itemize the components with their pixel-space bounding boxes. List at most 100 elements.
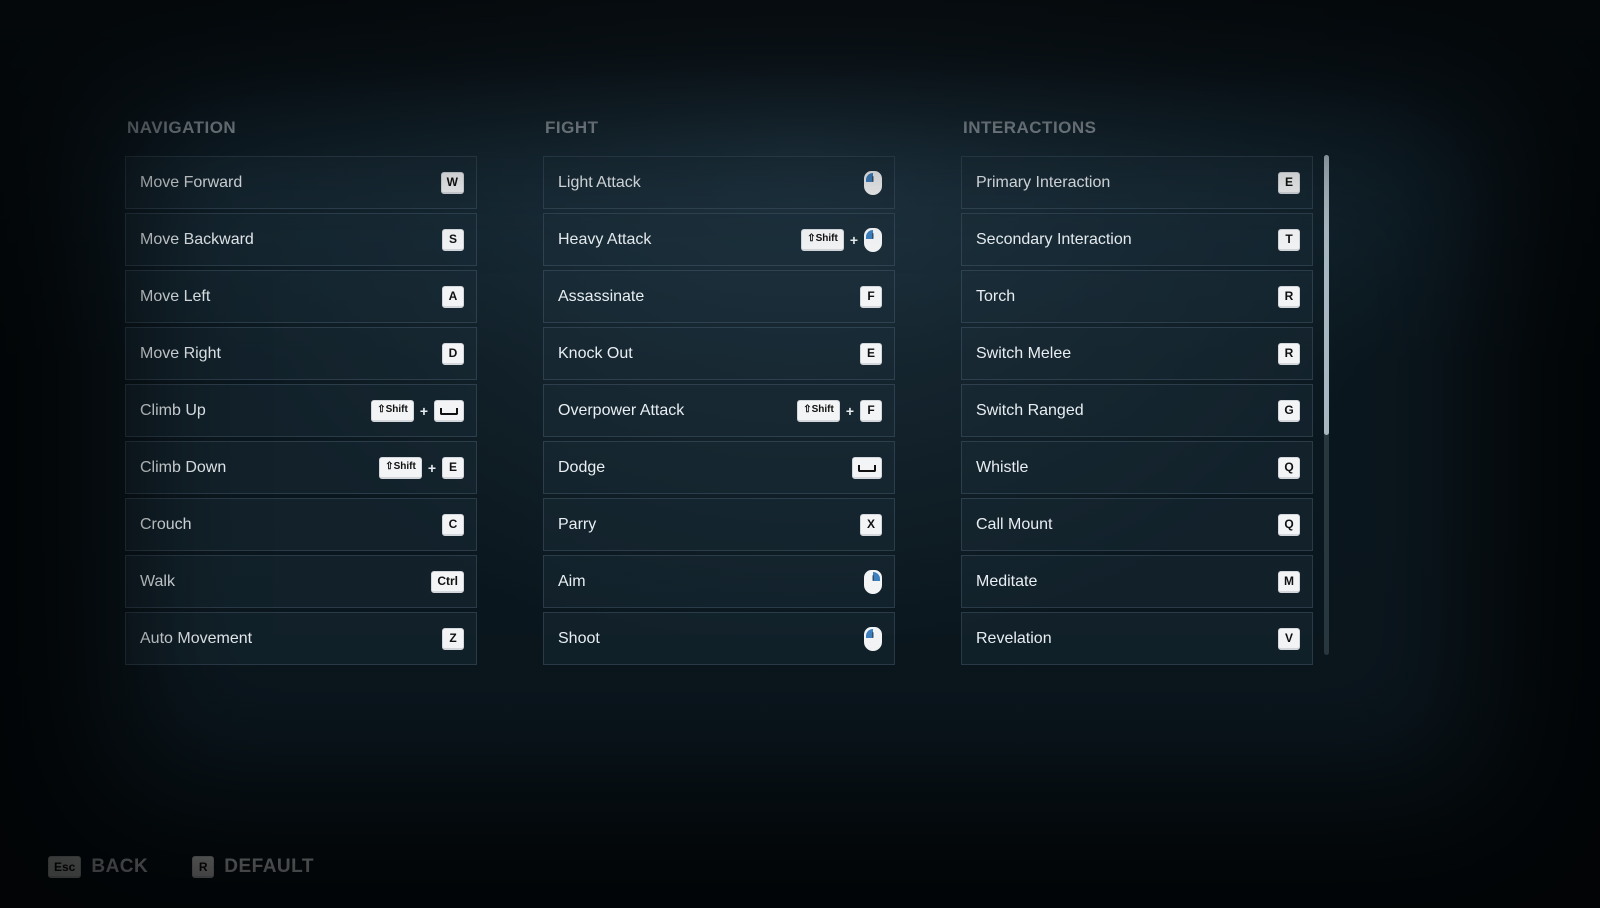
binding-crouch[interactable]: Crouch C (125, 498, 477, 551)
key-combo: X (860, 514, 882, 536)
action-label: Primary Interaction (976, 174, 1110, 192)
key-combo: Q (1278, 457, 1300, 479)
key-combo: Ctrl (431, 571, 464, 593)
binding-torch[interactable]: Torch R (961, 270, 1313, 323)
scrollbar[interactable] (1324, 155, 1329, 655)
binding-move-left[interactable]: Move Left A (125, 270, 477, 323)
binding-primary-interaction[interactable]: Primary Interaction E (961, 156, 1313, 209)
action-label: Meditate (976, 573, 1037, 591)
action-label: Whistle (976, 459, 1028, 477)
plus-separator: + (846, 403, 854, 419)
esc-key-icon: Esc (48, 856, 81, 878)
key-combo (864, 570, 882, 594)
action-label: Move Backward (140, 231, 254, 249)
binding-whistle[interactable]: Whistle Q (961, 441, 1313, 494)
action-label: Call Mount (976, 516, 1052, 534)
key-icon: F (860, 400, 882, 422)
space-key-icon (852, 457, 882, 479)
shift-key-icon: ⇧Shift (797, 400, 840, 422)
binding-dodge[interactable]: Dodge (543, 441, 895, 494)
shift-key-icon: ⇧Shift (801, 229, 844, 251)
plus-separator: + (420, 403, 428, 419)
back-button[interactable]: Esc BACK (48, 856, 148, 878)
binding-switch-melee[interactable]: Switch Melee R (961, 327, 1313, 380)
shift-key-icon: ⇧Shift (379, 457, 422, 479)
key-icon: R (1278, 286, 1300, 308)
binding-climb-up[interactable]: Climb Up⇧Shift+ (125, 384, 477, 437)
mouse-right-icon (864, 570, 882, 594)
key-combo: A (442, 286, 464, 308)
key-icon: G (1278, 400, 1300, 422)
column-interactions: INTERACTIONS Primary Interaction E Secondar… (961, 118, 1313, 665)
binding-aim[interactable]: Aim (543, 555, 895, 608)
binding-auto-movement[interactable]: Auto Movement Z (125, 612, 477, 665)
action-label: Revelation (976, 630, 1052, 648)
default-button[interactable]: R DEFAULT (192, 856, 314, 878)
binding-revelation[interactable]: RevelationV (961, 612, 1313, 665)
binding-overpower-attack[interactable]: Overpower Attack ⇧Shift + F (543, 384, 895, 437)
binding-parry[interactable]: Parry X (543, 498, 895, 551)
binding-move-backward[interactable]: Move Backward S (125, 213, 477, 266)
key-icon: Q (1278, 514, 1300, 536)
action-label: Switch Ranged (976, 402, 1084, 420)
action-label: Walk (140, 573, 175, 591)
action-label: Move Right (140, 345, 221, 363)
key-icon: R (1278, 343, 1300, 365)
shift-key-icon: ⇧Shift (371, 400, 414, 422)
binding-call-mount[interactable]: Call Mount Q (961, 498, 1313, 551)
binding-rows: Light AttackHeavy Attack⇧Shift+Assassina… (543, 156, 895, 665)
binding-walk[interactable]: Walk Ctrl (125, 555, 477, 608)
key-combo: Z (442, 628, 464, 650)
key-combo (864, 171, 882, 195)
binding-assassinate[interactable]: AssassinateF (543, 270, 895, 323)
key-icon: D (442, 343, 464, 365)
key-icon: C (442, 514, 464, 536)
action-label: Crouch (140, 516, 192, 534)
action-label: Light Attack (558, 174, 641, 192)
key-combo: S (442, 229, 464, 251)
key-icon: E (1278, 172, 1300, 194)
binding-knock-out[interactable]: Knock OutE (543, 327, 895, 380)
binding-move-right[interactable]: Move Right D (125, 327, 477, 380)
action-label: Move Left (140, 288, 210, 306)
action-label: Shoot (558, 630, 600, 648)
space-key-icon (434, 400, 464, 422)
scrollbar-thumb[interactable] (1324, 155, 1329, 435)
key-combo: ⇧Shift + (801, 228, 882, 252)
key-icon: M (1278, 571, 1300, 593)
binding-move-forward[interactable]: Move ForwardW (125, 156, 477, 209)
column-fight: FIGHTLight AttackHeavy Attack⇧Shift+Assa… (543, 118, 895, 665)
key-combo: T (1278, 229, 1300, 251)
binding-switch-ranged[interactable]: Switch Ranged G (961, 384, 1313, 437)
key-icon: T (1278, 229, 1300, 251)
action-label: Torch (976, 288, 1015, 306)
keybinding-columns: NAVIGATIONMove ForwardWMove BackwardSMov… (125, 118, 1335, 665)
key-combo: D (442, 343, 464, 365)
key-icon: E (860, 343, 882, 365)
action-label: Assassinate (558, 288, 644, 306)
action-label: Parry (558, 516, 596, 534)
key-combo: ⇧Shift+E (379, 457, 464, 479)
binding-shoot[interactable]: Shoot (543, 612, 895, 665)
action-label: Overpower Attack (558, 402, 684, 420)
binding-light-attack[interactable]: Light Attack (543, 156, 895, 209)
key-combo: C (442, 514, 464, 536)
action-label: Auto Movement (140, 630, 252, 648)
action-label: Switch Melee (976, 345, 1071, 363)
column-heading: FIGHT (543, 118, 895, 138)
binding-secondary-interaction[interactable]: Secondary InteractionT (961, 213, 1313, 266)
binding-meditate[interactable]: Meditate M (961, 555, 1313, 608)
r-key-icon: R (192, 856, 214, 878)
column-heading: INTERACTIONS (961, 118, 1313, 138)
key-combo: E (1278, 172, 1300, 194)
key-combo: ⇧Shift + (371, 400, 464, 422)
key-combo: R (1278, 343, 1300, 365)
binding-climb-down[interactable]: Climb Down⇧Shift+E (125, 441, 477, 494)
default-label: DEFAULT (224, 856, 314, 878)
plus-separator: + (850, 232, 858, 248)
binding-heavy-attack[interactable]: Heavy Attack⇧Shift+ (543, 213, 895, 266)
column-navigation: NAVIGATIONMove ForwardWMove BackwardSMov… (125, 118, 477, 665)
binding-rows: Move ForwardWMove BackwardSMove LeftAMov… (125, 156, 477, 665)
key-icon: W (441, 172, 464, 194)
mouse-left-icon (864, 228, 882, 252)
